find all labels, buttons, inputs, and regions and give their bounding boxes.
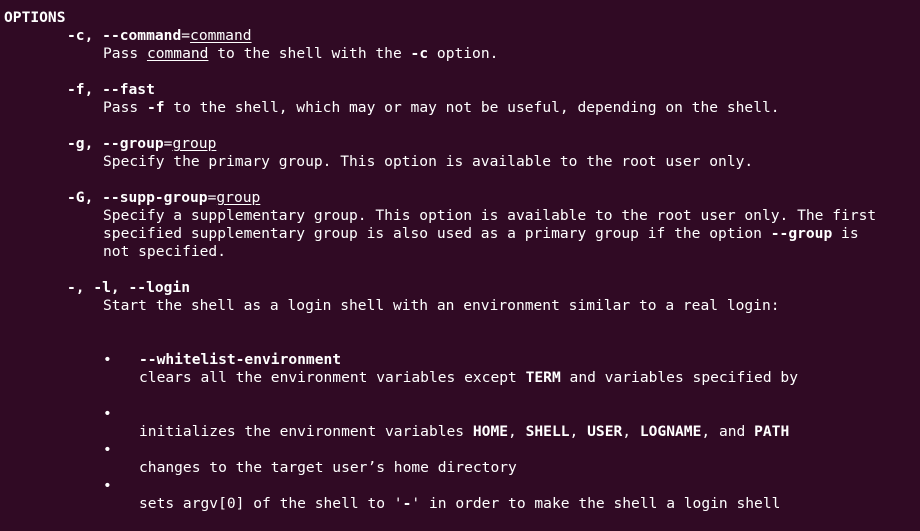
desc-text: to the shell with the xyxy=(208,45,411,62)
desc-text: , xyxy=(508,423,526,440)
section-heading-options: OPTIONS xyxy=(4,9,66,26)
option-command-flags: -c, --command=command xyxy=(67,27,252,45)
desc-text: specified supplementary group is also us… xyxy=(103,225,771,242)
terminal-window[interactable]: OPTIONS -c, --command=command Pass comma… xyxy=(0,0,920,512)
desc-text: initializes the environment variables xyxy=(139,423,473,440)
list-item: • sets argv[0] of the shell to '-' in or… xyxy=(0,459,780,512)
arg-command: command xyxy=(190,27,252,44)
flag-supp-group: -G, --supp-group xyxy=(67,189,208,206)
option-supp-group-description-line3: not specified. xyxy=(103,243,227,260)
env-logname: LOGNAME xyxy=(639,423,702,440)
flag-long-command: --command xyxy=(102,27,182,44)
arg-group: group xyxy=(172,135,217,152)
option-group-description: Specify the primary group. This option i… xyxy=(103,153,754,170)
desc-text: to the shell, which may or may not be us… xyxy=(164,99,780,116)
bullet-icon: • xyxy=(103,441,112,458)
option-fast-description: Pass -f to the shell, which may or may n… xyxy=(103,99,780,117)
flag-whitelist-environment: --whitelist-environment xyxy=(139,351,342,368)
option-supp-group-description-line2: specified supplementary group is also us… xyxy=(103,225,859,243)
option-group-flags: -g, --group=group xyxy=(67,135,216,153)
desc-text: Pass xyxy=(103,45,147,62)
desc-text: sets argv[0] of the shell to ' xyxy=(139,495,403,512)
bullet-icon: • xyxy=(103,405,112,422)
list-item: • initializes the environment variables … xyxy=(0,387,789,440)
list-item: • changes to the target user’s home dire… xyxy=(0,423,517,476)
arg-group: group xyxy=(216,189,261,206)
option-login-flags: -, -l, --login xyxy=(67,279,191,296)
desc-arg-command: command xyxy=(146,45,209,62)
desc-text: option. xyxy=(428,45,499,62)
desc-text: , xyxy=(622,423,640,440)
flag-short-c: -c, xyxy=(67,27,94,44)
bullet-icon: • xyxy=(103,477,112,494)
bullet-icon: • xyxy=(103,351,112,368)
env-shell: SHELL xyxy=(525,423,570,440)
desc-text: , and xyxy=(701,423,755,440)
option-command-description: Pass command to the shell with the -c op… xyxy=(103,45,498,63)
list-item: • clears all the environment variables e… xyxy=(0,333,798,386)
env-path: PATH xyxy=(754,423,790,440)
desc-text: and variables specified by xyxy=(560,369,798,386)
desc-flag-f: -f xyxy=(146,99,165,116)
env-term: TERM xyxy=(525,369,561,386)
option-fast-flags: -f, --fast xyxy=(67,81,155,98)
flag-group: -g, --group xyxy=(67,135,164,152)
desc-text: is xyxy=(832,225,859,242)
bullet-text: clears all the environment variables exc… xyxy=(139,369,798,387)
bullet-text: initializes the environment variables HO… xyxy=(139,423,789,441)
desc-flag-c: -c xyxy=(410,45,429,62)
desc-text: clears all the environment variables exc… xyxy=(139,369,526,386)
desc-flag-group: --group xyxy=(770,225,833,242)
desc-text: Pass xyxy=(103,99,147,116)
option-supp-group-flags: -G, --supp-group=group xyxy=(67,189,260,207)
option-login-description: Start the shell as a login shell with an… xyxy=(103,297,780,314)
env-user: USER xyxy=(587,423,623,440)
dash-literal: - xyxy=(402,495,412,512)
desc-text: , xyxy=(569,423,588,440)
option-supp-group-description-line1: Specify a supplementary group. This opti… xyxy=(103,207,877,224)
env-home: HOME xyxy=(472,423,509,440)
bullet-text: changes to the target user’s home direct… xyxy=(139,459,517,476)
equals-sign: = xyxy=(181,27,191,44)
bullet-text: sets argv[0] of the shell to '-' in orde… xyxy=(139,495,780,513)
desc-text: ' in order to make the shell a login she… xyxy=(411,495,781,512)
